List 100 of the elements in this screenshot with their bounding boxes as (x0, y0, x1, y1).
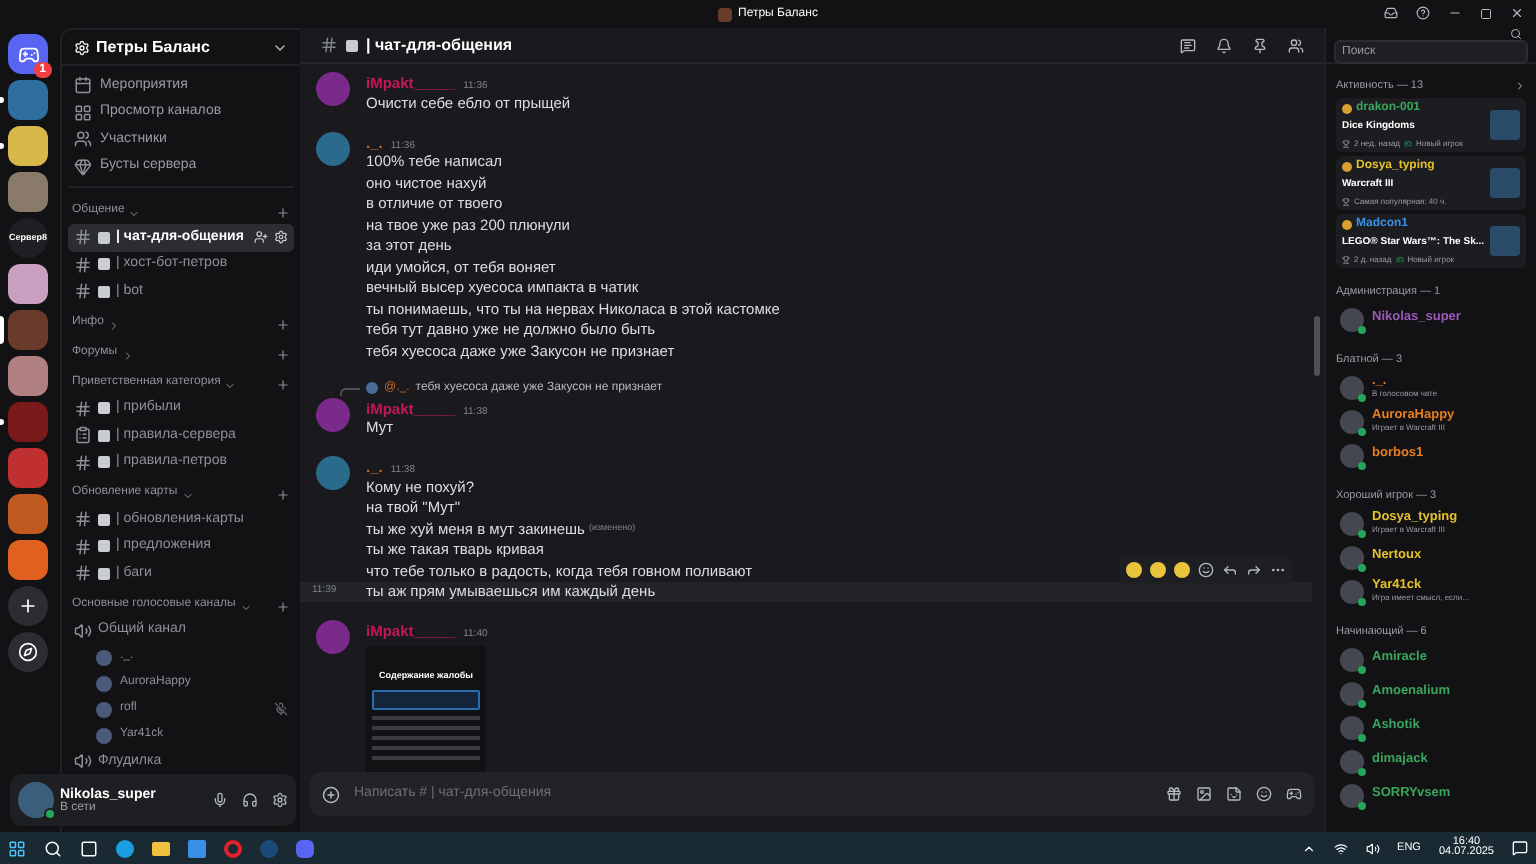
member-avatar (1340, 647, 1364, 671)
invite-icon (254, 230, 268, 245)
text-line-drawing (372, 745, 480, 750)
online-status-icon (1358, 767, 1366, 775)
online-status-icon (1358, 563, 1366, 571)
reply-icon[interactable] (1222, 561, 1238, 577)
member-avatar (1340, 307, 1364, 331)
discord-taskbar-icon[interactable] (296, 839, 314, 857)
search-icon[interactable] (44, 839, 62, 857)
members-icon[interactable] (1288, 37, 1304, 53)
user-avatar (18, 782, 54, 818)
maximize-icon[interactable] (1480, 7, 1492, 19)
settings-icon[interactable] (272, 792, 288, 808)
user-avatar (316, 456, 350, 490)
avatar (1342, 162, 1352, 173)
member-avatar (1340, 409, 1364, 433)
online-status-icon (1358, 665, 1366, 673)
member-avatar (1340, 511, 1364, 535)
search-icon (1510, 27, 1522, 39)
game-cover-placeholder (1490, 226, 1520, 256)
text-line-drawing (372, 735, 480, 740)
network-icon (1333, 841, 1348, 855)
help-icon[interactable] (1416, 6, 1430, 20)
close-icon[interactable] (1510, 6, 1524, 20)
text-line-drawing (372, 715, 480, 720)
browser-icon[interactable] (116, 839, 134, 857)
windows-start-icon[interactable] (8, 839, 26, 857)
people-icon (74, 130, 92, 149)
user-avatar (316, 72, 350, 106)
member-avatar (1340, 783, 1364, 807)
online-status-icon (1358, 461, 1366, 469)
headphones-icon[interactable] (242, 792, 258, 808)
trophy-icon (1342, 197, 1350, 206)
selected-indicator (0, 316, 4, 344)
clipboard-icon (74, 426, 92, 445)
member-avatar (1340, 443, 1364, 467)
online-status-icon (1358, 801, 1366, 809)
server-avatar (718, 7, 733, 21)
add-channel-icon (276, 599, 290, 613)
online-status-icon (1358, 733, 1366, 741)
gear-icon (74, 39, 90, 55)
chevron-icon (1514, 80, 1526, 92)
add-icon[interactable] (322, 785, 340, 803)
sticker-icon[interactable] (1226, 786, 1242, 802)
info-panel (372, 689, 480, 710)
online-status-icon (1358, 699, 1366, 707)
speaker-icon (74, 752, 92, 771)
store-icon[interactable] (188, 839, 206, 857)
minimize-icon[interactable] (1448, 6, 1462, 20)
online-status-icon (1358, 393, 1366, 401)
online-status-icon (1358, 597, 1366, 605)
chevron-icon (1301, 841, 1316, 855)
folder-icon[interactable] (152, 841, 170, 855)
forward-icon[interactable] (1246, 561, 1262, 577)
task-view-icon[interactable] (80, 839, 98, 857)
gem-icon (74, 157, 92, 176)
hash-icon (74, 255, 92, 274)
text-line-drawing (372, 725, 480, 730)
gift-icon[interactable] (1166, 786, 1182, 802)
add-channel-icon (276, 488, 290, 502)
channel-title: | чат-для-общения (366, 33, 513, 57)
online-status-icon (1358, 427, 1366, 435)
user-avatar (316, 131, 350, 165)
scrollbar (1314, 316, 1320, 376)
opera-icon[interactable] (224, 839, 242, 857)
inbox-icon[interactable] (1384, 6, 1398, 20)
grid-icon (74, 103, 92, 122)
unread-indicator (0, 419, 4, 425)
gamepad-icon (1404, 139, 1413, 148)
member-avatar (1340, 681, 1364, 705)
gamepad-icon (1395, 255, 1404, 264)
server-name: Петры Баланс (96, 35, 212, 59)
bell-icon[interactable] (1216, 37, 1232, 53)
hash-icon (74, 399, 92, 418)
speaker-icon (74, 621, 92, 640)
user-avatar (316, 620, 350, 654)
calendar-icon (74, 76, 92, 95)
member-avatar (1340, 579, 1364, 603)
member-avatar (1340, 715, 1364, 739)
member-avatar (1340, 545, 1364, 569)
avatar (1342, 104, 1352, 115)
online-status-icon (44, 808, 56, 820)
online-status-icon (1358, 529, 1366, 537)
hash-icon (74, 537, 92, 556)
microphone-icon[interactable] (212, 792, 228, 808)
trophy-icon (1342, 255, 1350, 264)
gamepad-icon[interactable] (1286, 786, 1302, 802)
trophy-icon (1342, 139, 1350, 148)
notifications-icon[interactable] (1512, 840, 1528, 856)
volume-icon (1365, 841, 1380, 855)
hash-icon (74, 453, 92, 472)
text-line-drawing (372, 755, 480, 760)
unread-indicator (0, 97, 4, 103)
pin-icon[interactable] (1252, 37, 1268, 53)
add-reaction-icon[interactable] (1198, 561, 1214, 577)
add-channel-icon (276, 347, 290, 361)
hash-icon (74, 564, 92, 583)
hash-icon (320, 36, 338, 54)
threads-icon[interactable] (1180, 37, 1196, 53)
add-channel-icon (276, 377, 290, 391)
